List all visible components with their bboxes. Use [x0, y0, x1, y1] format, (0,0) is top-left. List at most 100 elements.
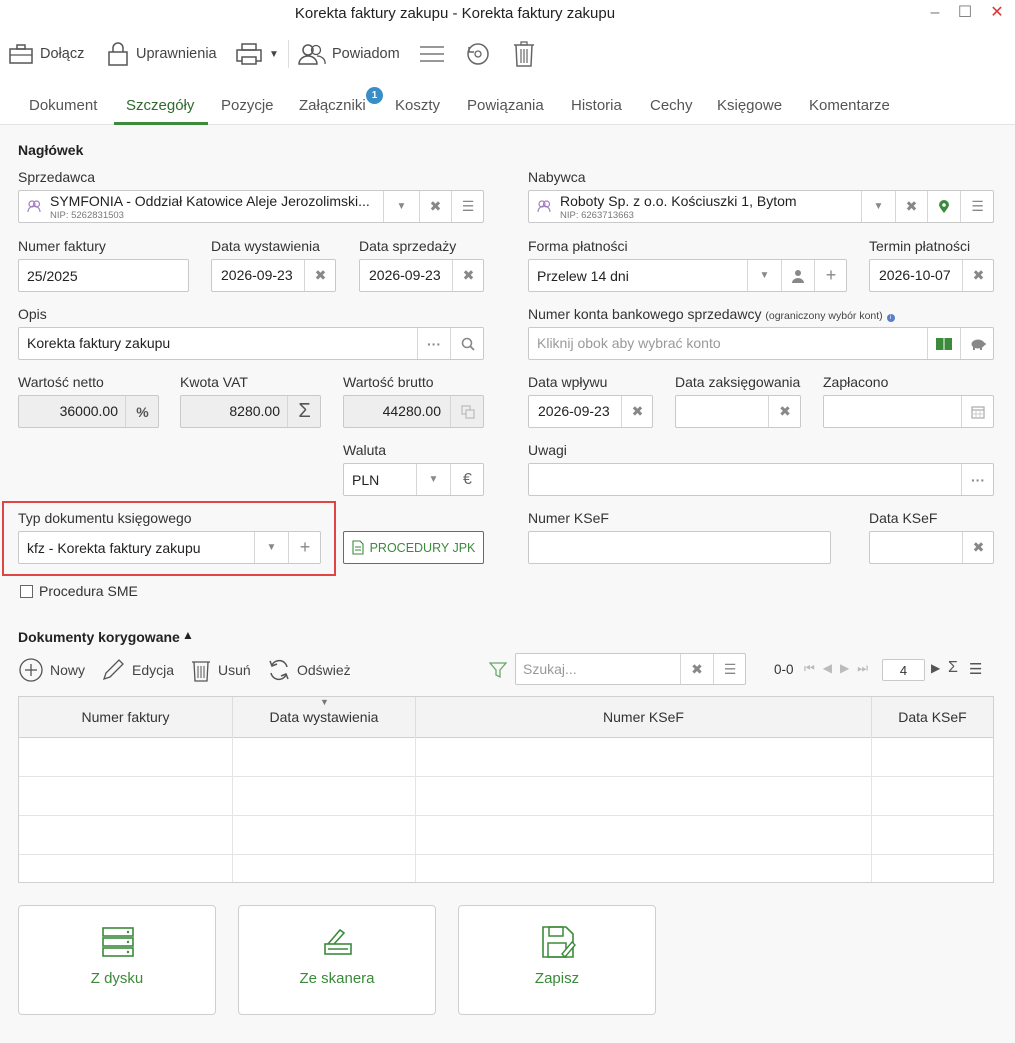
page-size-input[interactable]: 4 [882, 659, 925, 681]
maximize-button[interactable]: ☐ [950, 2, 980, 24]
description-search-button[interactable] [450, 328, 484, 359]
paid-date-input[interactable] [823, 395, 994, 428]
minimize-button[interactable]: – [920, 2, 950, 24]
seller-field[interactable]: SYMFONIA - Oddział Katowice Aleje Jerozo… [18, 190, 484, 223]
payment-form-select[interactable]: Przelew 14 dni ▼ + [528, 259, 847, 292]
payment-due-clear-button[interactable]: ✖ [962, 260, 994, 291]
percent-button[interactable]: % [125, 396, 159, 427]
search-menu-button[interactable]: ☰ [713, 654, 746, 684]
column-header-invoice-number[interactable]: Numer faktury [19, 697, 233, 737]
description-input[interactable]: Korekta faktury zakupu ··· [18, 327, 484, 360]
doc-type-dropdown-button[interactable]: ▼ [254, 532, 288, 563]
notes-more-button[interactable]: ··· [961, 464, 994, 495]
vat-input[interactable]: 8280.00 Σ [180, 395, 321, 428]
currency-dropdown-button[interactable]: ▼ [416, 464, 450, 495]
issue-date-input[interactable]: 2026-09-23 ✖ [211, 259, 336, 292]
remove-button[interactable]: Usuń [190, 654, 251, 686]
description-more-button[interactable]: ··· [417, 328, 450, 359]
close-button[interactable]: ✕ [982, 2, 1012, 24]
issue-date-clear-button[interactable]: ✖ [304, 260, 336, 291]
filter-icon[interactable] [489, 661, 507, 679]
history-button[interactable] [465, 38, 491, 70]
doc-type-add-button[interactable]: + [288, 532, 321, 563]
sort-indicator-icon: ▼ [320, 697, 329, 707]
attach-button[interactable]: Dołącz [8, 38, 84, 70]
tab-koszty[interactable]: Koszty [395, 97, 440, 114]
sme-checkbox[interactable] [20, 585, 33, 598]
jpk-procedures-button[interactable]: PROCEDURY JPK [343, 531, 484, 564]
payment-due-input[interactable]: 2026-10-07 ✖ [869, 259, 994, 292]
bank-account-piggy-button[interactable] [960, 328, 994, 359]
seller-nip: NIP: 5262831503 [50, 210, 124, 221]
collapse-arrow-icon[interactable]: ▲ [182, 628, 194, 642]
refresh-button[interactable]: Odśwież [267, 654, 351, 686]
delete-button[interactable] [512, 38, 536, 70]
gross-value-input[interactable]: 44280.00 [343, 395, 484, 428]
payment-form-add-button[interactable]: + [814, 260, 847, 291]
search-clear-button[interactable]: ✖ [680, 654, 713, 684]
seller-menu-button[interactable]: ☰ [451, 191, 484, 222]
menu-button[interactable] [418, 38, 446, 70]
menu-icon[interactable]: ☰ [969, 660, 982, 678]
seller-clear-button[interactable]: ✖ [419, 191, 451, 222]
sum-button[interactable]: Σ [287, 396, 321, 427]
tab-powiazania[interactable]: Powiązania [467, 97, 544, 114]
tab-cechy[interactable]: Cechy [650, 97, 693, 114]
posting-date-clear-button[interactable]: ✖ [768, 396, 801, 427]
invoice-number-input[interactable]: 25/2025 [18, 259, 189, 292]
paid-calendar-button[interactable] [961, 396, 994, 427]
table-row [19, 776, 993, 777]
sale-date-input[interactable]: 2026-09-23 ✖ [359, 259, 484, 292]
sale-date-clear-button[interactable]: ✖ [452, 260, 484, 291]
seller-dropdown-button[interactable]: ▼ [383, 191, 419, 222]
buyer-clear-button[interactable]: ✖ [895, 191, 927, 222]
ksef-date-clear-button[interactable]: ✖ [962, 532, 994, 563]
receipt-date-clear-button[interactable]: ✖ [621, 396, 653, 427]
buyer-location-button[interactable] [927, 191, 960, 222]
tab-pozycje[interactable]: Pozycje [221, 97, 274, 114]
buyer-menu-button[interactable]: ☰ [960, 191, 994, 222]
tab-ksiegowe[interactable]: Księgowe [717, 97, 782, 114]
new-button[interactable]: Nowy [18, 654, 85, 686]
pager-forward-icon[interactable]: ▶ [931, 661, 940, 675]
buyer-field[interactable]: Roboty Sp. z o.o. Kościuszki 1, Bytom NI… [528, 190, 994, 223]
tab-historia[interactable]: Historia [571, 97, 622, 114]
gross-value: 44280.00 [382, 403, 441, 419]
buyer-dropdown-button[interactable]: ▼ [861, 191, 895, 222]
pager-nav-icons[interactable]: ⏮◀▶⏭ [804, 661, 876, 676]
sum-icon[interactable]: Σ [948, 659, 958, 677]
doc-type-select[interactable]: kfz - Korekta faktury zakupu ▼ + [18, 531, 321, 564]
tab-dokument[interactable]: Dokument [29, 97, 97, 114]
tab-komentarze[interactable]: Komentarze [809, 97, 890, 114]
permissions-button[interactable]: Uprawnienia [106, 38, 217, 70]
briefcase-icon [9, 44, 33, 64]
ksef-date-input[interactable]: ✖ [869, 531, 994, 564]
tab-zalaczniki[interactable]: Załączniki [299, 97, 366, 114]
bank-account-input[interactable]: Kliknij obok aby wybrać konto [528, 327, 994, 360]
search-input[interactable]: Szukaj... ✖ ☰ [515, 653, 746, 685]
from-scanner-button[interactable]: Ze skanera [238, 905, 436, 1015]
document-icon [352, 540, 364, 555]
notify-button[interactable]: Powiadom [298, 38, 400, 70]
save-button[interactable]: Zapisz [458, 905, 656, 1015]
bank-account-book-button[interactable] [927, 328, 960, 359]
currency-rate-button[interactable]: € [450, 464, 484, 495]
print-button[interactable]: ▼ [235, 38, 279, 70]
copy-value-button[interactable] [450, 396, 484, 427]
drive-icon [102, 927, 134, 957]
column-header-ksef-date[interactable]: Data KSeF [872, 697, 993, 737]
currency-select[interactable]: PLN ▼ € [343, 463, 484, 496]
payment-form-user-button[interactable] [781, 260, 814, 291]
ksef-number-input[interactable] [528, 531, 831, 564]
tab-szczegoly[interactable]: Szczegóły [126, 97, 194, 114]
from-disk-button[interactable]: Z dysku [18, 905, 216, 1015]
net-value-input[interactable]: 36000.00 % [18, 395, 159, 428]
book-icon [936, 337, 952, 350]
edit-button[interactable]: Edycja [100, 654, 174, 686]
receipt-date-input[interactable]: 2026-09-23 ✖ [528, 395, 653, 428]
notes-input[interactable]: ··· [528, 463, 994, 496]
column-header-ksef-number[interactable]: Numer KSeF [416, 697, 872, 737]
gross-value-label: Wartość brutto [343, 374, 434, 390]
posting-date-input[interactable]: ✖ [675, 395, 801, 428]
payment-form-dropdown-button[interactable]: ▼ [747, 260, 781, 291]
